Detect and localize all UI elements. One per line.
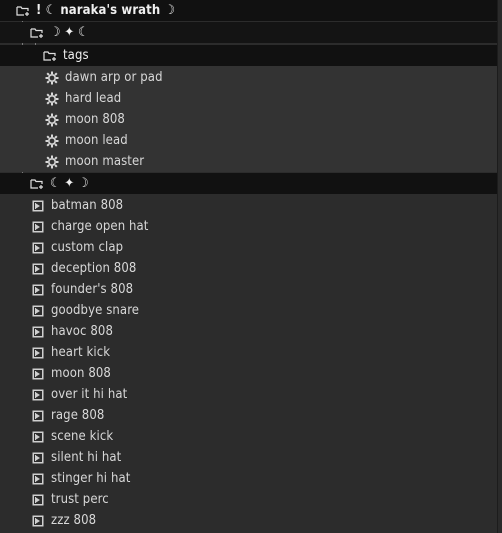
audio-clip-icon — [31, 430, 45, 444]
sample-label: goodbye snare — [51, 303, 140, 318]
folder-icon — [30, 177, 44, 191]
sample-item[interactable]: rage 808 — [0, 405, 497, 426]
preset-item[interactable]: moon lead — [0, 130, 497, 151]
sample-label: zzz 808 — [51, 513, 97, 528]
audio-clip-icon — [31, 220, 45, 234]
folder-label: ! ☾ naraka's wrath ☽ — [36, 3, 176, 18]
sample-item[interactable]: goodbye snare — [0, 300, 497, 321]
sample-item[interactable]: silent hi hat — [0, 447, 497, 468]
audio-clip-icon — [31, 241, 45, 255]
sample-item[interactable]: batman 808 — [0, 195, 497, 216]
audio-clip-icon — [31, 493, 45, 507]
sample-label: over it hi hat — [51, 387, 128, 402]
sample-item[interactable]: trust perc — [0, 489, 497, 510]
sample-label: founder's 808 — [51, 282, 134, 297]
preset-gear-icon — [45, 92, 59, 106]
preset-gear-icon — [45, 113, 59, 127]
sample-label: moon 808 — [51, 366, 111, 381]
sample-item[interactable]: founder's 808 — [0, 279, 497, 300]
preset-item[interactable]: moon 808 — [0, 109, 497, 130]
sample-label: rage 808 — [51, 408, 105, 423]
sample-item[interactable]: stinger hi hat — [0, 468, 497, 489]
sample-item[interactable]: havoc 808 — [0, 321, 497, 342]
folder-label: ☾ ✦ ☽ — [50, 176, 89, 191]
sample-item[interactable]: custom clap — [0, 237, 497, 258]
scrollbar-track[interactable] — [497, 0, 502, 533]
sample-label: heart kick — [51, 345, 111, 360]
folder-icon — [30, 26, 44, 40]
preset-label: moon lead — [65, 133, 128, 148]
sample-item[interactable]: heart kick — [0, 342, 497, 363]
sample-item[interactable]: deception 808 — [0, 258, 497, 279]
sample-label: stinger hi hat — [51, 471, 131, 486]
sample-item[interactable]: scene kick — [0, 426, 497, 447]
audio-clip-icon — [31, 346, 45, 360]
preset-gear-icon — [45, 71, 59, 85]
sample-item[interactable]: moon 808 — [0, 363, 497, 384]
audio-clip-icon — [31, 514, 45, 528]
sample-label: charge open hat — [51, 219, 149, 234]
sample-label: silent hi hat — [51, 450, 122, 465]
sample-item[interactable]: over it hi hat — [0, 384, 497, 405]
sample-label: trust perc — [51, 492, 109, 507]
preset-label: hard lead — [65, 91, 122, 106]
audio-clip-icon — [31, 262, 45, 276]
folder-row-star-moon[interactable]: ☾ ✦ ☽ — [0, 173, 497, 194]
folder-label: tags — [63, 48, 89, 63]
sample-label: scene kick — [51, 429, 114, 444]
file-browser-panel: ! ☾ naraka's wrath ☽ ☽ ✦ ☾ tags dawn arp… — [0, 0, 502, 533]
folder-label: ☽ ✦ ☾ — [50, 25, 89, 40]
audio-clip-icon — [31, 388, 45, 402]
audio-clip-icon — [31, 472, 45, 486]
preset-item[interactable]: hard lead — [0, 88, 497, 109]
preset-label: dawn arp or pad — [65, 70, 163, 85]
folder-row-tags[interactable]: tags — [0, 45, 497, 66]
folder-icon — [43, 49, 57, 63]
sample-label: batman 808 — [51, 198, 124, 213]
preset-item[interactable]: moon master — [0, 151, 497, 172]
sample-label: deception 808 — [51, 261, 137, 276]
audio-clip-icon — [31, 304, 45, 318]
sample-label: custom clap — [51, 240, 124, 255]
audio-clip-icon — [31, 199, 45, 213]
audio-clip-icon — [31, 367, 45, 381]
sample-item[interactable]: charge open hat — [0, 216, 497, 237]
folder-icon — [16, 4, 30, 18]
preset-gear-icon — [45, 134, 59, 148]
sample-label: havoc 808 — [51, 324, 114, 339]
folder-row-root[interactable]: ! ☾ naraka's wrath ☽ — [0, 0, 497, 21]
sample-item[interactable]: zzz 808 — [0, 510, 497, 531]
preset-gear-icon — [45, 155, 59, 169]
preset-label: moon 808 — [65, 112, 125, 127]
preset-item[interactable]: dawn arp or pad — [0, 67, 497, 88]
audio-clip-icon — [31, 283, 45, 297]
audio-clip-icon — [31, 409, 45, 423]
audio-clip-icon — [31, 451, 45, 465]
folder-row-moon-star[interactable]: ☽ ✦ ☾ — [0, 22, 497, 43]
audio-clip-icon — [31, 325, 45, 339]
preset-label: moon master — [65, 154, 145, 169]
